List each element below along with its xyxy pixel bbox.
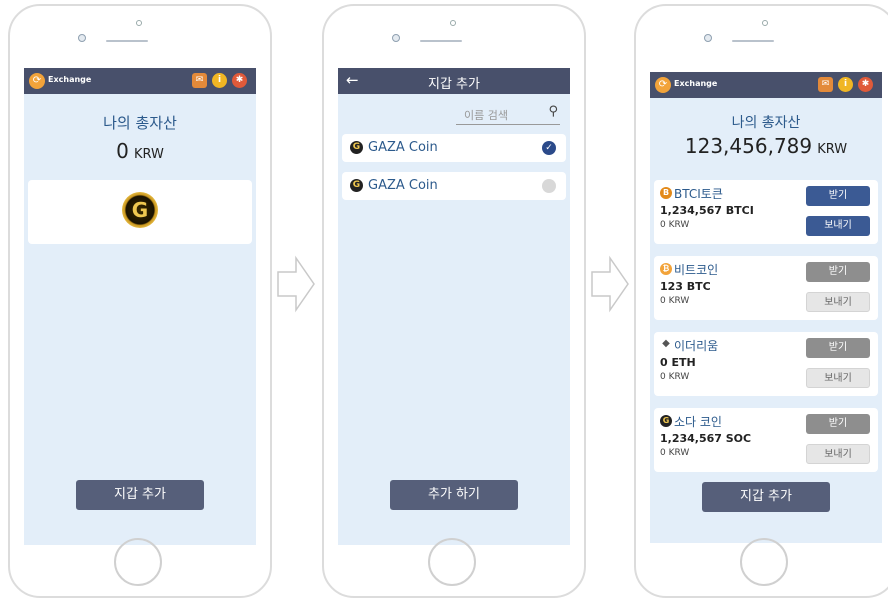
- wallet-krw: 0 KRW: [660, 296, 690, 306]
- receive-button[interactable]: 받기: [806, 338, 870, 358]
- gaza-coin-icon: G: [350, 179, 363, 192]
- soda-coin-icon: G: [660, 415, 672, 427]
- wallet-krw: 0 KRW: [660, 372, 690, 382]
- exchange-logo-icon: ⟳: [29, 73, 45, 89]
- send-button[interactable]: 보내기: [806, 216, 870, 236]
- home-screen: ⟳ Exchange ✉ i ✱ 나의 총자산 0 KRW G 지갑 추가: [24, 68, 256, 545]
- receive-button[interactable]: 받기: [806, 414, 870, 434]
- info-icon[interactable]: i: [212, 73, 227, 88]
- coin-card[interactable]: G: [28, 180, 252, 244]
- speaker-grill: [420, 40, 462, 42]
- wallet-card: ◆ 이더리움 0 ETH 0 KRW 받기 보내기: [654, 332, 878, 396]
- wallet-name: 이더리움: [674, 339, 719, 353]
- send-button[interactable]: 보내기: [806, 444, 870, 464]
- currency-label: KRW: [133, 147, 164, 162]
- camera-dot: [450, 20, 456, 26]
- wallet-list-screen: ⟳ Exchange ✉ i ✱ 나의 총자산 123,456,789 KRW …: [650, 72, 882, 543]
- phone-frame-1: ⟳ Exchange ✉ i ✱ 나의 총자산 0 KRW G 지갑 추가: [8, 4, 272, 598]
- gear-icon[interactable]: ✱: [858, 77, 873, 92]
- add-wallet-button[interactable]: 지갑 추가: [76, 480, 204, 510]
- mail-icon[interactable]: ✉: [818, 77, 833, 92]
- wallet-card: G 소다 코인 1,234,567 SOC 0 KRW 받기 보내기: [654, 408, 878, 472]
- phone-frame-2: ← 지갑 추가 이름 검색 ⚲ G GAZA Coin ✓ G GAZA Coi…: [322, 4, 586, 598]
- wallet-krw: 0 KRW: [660, 448, 690, 458]
- total-assets-title: 나의 총자산: [103, 114, 177, 132]
- ethereum-icon: ◆: [662, 338, 670, 349]
- total-assets-title: 나의 총자산: [731, 115, 801, 131]
- exchange-logo-icon: ⟳: [655, 77, 671, 93]
- wallet-balance: 123 BTC: [660, 280, 711, 293]
- app-header: ⟳ Exchange ✉ i ✱: [650, 72, 882, 98]
- app-header: ⟳ Exchange ✉ i ✱: [24, 68, 256, 94]
- speaker-grill: [106, 40, 148, 42]
- gaza-coin-icon: G: [122, 192, 158, 228]
- camera-dot: [762, 20, 768, 26]
- amount-value: 123,456,789: [684, 134, 813, 158]
- gaza-coin-icon: G: [350, 141, 363, 154]
- add-wallet-screen: ← 지갑 추가 이름 검색 ⚲ G GAZA Coin ✓ G GAZA Coi…: [338, 68, 570, 545]
- checkbox-unchecked[interactable]: [542, 179, 556, 193]
- receive-button[interactable]: 받기: [806, 186, 870, 206]
- amount-value: 0: [116, 139, 129, 163]
- send-button[interactable]: 보내기: [806, 292, 870, 312]
- wallet-card: B BTCI토큰 1,234,567 BTCI 0 KRW 받기 보내기: [654, 180, 878, 244]
- home-button[interactable]: [428, 538, 476, 586]
- wallet-card: ₿ 비트코인 123 BTC 0 KRW 받기 보내기: [654, 256, 878, 320]
- wallet-name: 소다 코인: [674, 415, 722, 429]
- gear-icon[interactable]: ✱: [232, 73, 247, 88]
- home-button[interactable]: [740, 538, 788, 586]
- speaker-grill: [732, 40, 774, 42]
- front-camera: [392, 34, 400, 42]
- btci-icon: B: [660, 187, 672, 199]
- coin-row[interactable]: G GAZA Coin: [342, 172, 566, 200]
- add-wallet-button[interactable]: 지갑 추가: [702, 482, 830, 512]
- coin-name: GAZA Coin: [368, 140, 438, 155]
- phone-frame-3: ⟳ Exchange ✉ i ✱ 나의 총자산 123,456,789 KRW …: [634, 4, 888, 598]
- total-assets-amount: 0 KRW: [24, 139, 256, 163]
- camera-dot: [136, 20, 142, 26]
- info-icon[interactable]: i: [838, 77, 853, 92]
- wallet-balance: 1,234,567 SOC: [660, 432, 752, 445]
- search-icon[interactable]: ⚲: [548, 104, 558, 119]
- wallet-krw: 0 KRW: [660, 220, 690, 230]
- app-name: Exchange: [674, 79, 718, 88]
- wallet-name: 비트코인: [674, 263, 719, 277]
- mail-icon[interactable]: ✉: [192, 73, 207, 88]
- home-button[interactable]: [114, 538, 162, 586]
- checkbox-checked[interactable]: ✓: [542, 141, 556, 155]
- front-camera: [78, 34, 86, 42]
- add-button[interactable]: 추가 하기: [390, 480, 518, 510]
- wallet-balance: 0 ETH: [660, 356, 696, 369]
- wallet-name: BTCI토큰: [674, 187, 723, 201]
- search-field[interactable]: 이름 검색 ⚲: [456, 104, 560, 125]
- app-header: ← 지갑 추가: [338, 68, 570, 94]
- search-input[interactable]: 이름 검색: [464, 107, 508, 123]
- wallet-balance: 1,234,567 BTCI: [660, 204, 754, 217]
- receive-button[interactable]: 받기: [806, 262, 870, 282]
- arrow-right-icon: [277, 255, 315, 313]
- coin-name: GAZA Coin: [368, 178, 438, 193]
- total-assets-amount: 123,456,789 KRW: [650, 134, 882, 158]
- front-camera: [704, 34, 712, 42]
- coin-row[interactable]: G GAZA Coin ✓: [342, 134, 566, 162]
- send-button[interactable]: 보내기: [806, 368, 870, 388]
- page-title: 지갑 추가: [428, 77, 480, 92]
- currency-label: KRW: [817, 142, 848, 157]
- app-name: Exchange: [48, 75, 92, 84]
- arrow-right-icon: [591, 255, 629, 313]
- bitcoin-icon: ₿: [660, 263, 672, 275]
